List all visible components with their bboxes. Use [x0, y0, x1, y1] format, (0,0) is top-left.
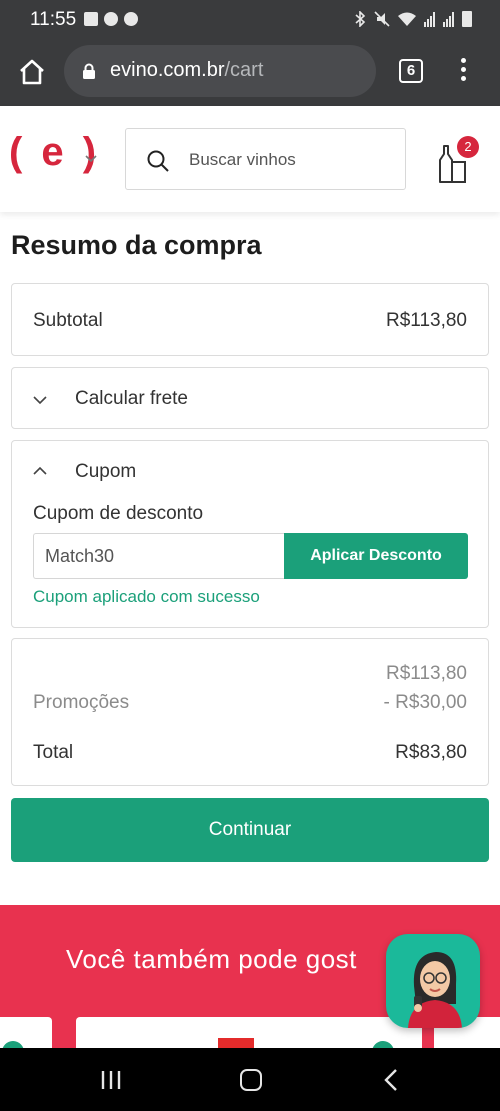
evino-logo[interactable]: ( e )	[9, 130, 100, 175]
totals-subtotal-value: R$113,80	[386, 663, 467, 684]
recents-icon[interactable]	[100, 1070, 122, 1090]
battery-icon	[462, 11, 472, 27]
badge-icon	[372, 1041, 394, 1048]
search-placeholder: Buscar vinhos	[189, 150, 296, 169]
apply-discount-button[interactable]: Aplicar Desconto	[284, 533, 468, 579]
subtotal-card: Subtotal R$113,80	[11, 283, 489, 356]
signal-icon-2	[443, 11, 455, 27]
bluetooth-icon	[355, 11, 366, 27]
status-time: 11:55	[30, 9, 77, 30]
coupon-field[interactable]	[34, 534, 284, 578]
coupon-input[interactable]	[33, 533, 284, 579]
chat-assistant-button[interactable]	[386, 934, 480, 1028]
home-icon[interactable]	[18, 58, 46, 86]
notification-icon	[104, 12, 118, 26]
shipping-label: Calcular frete	[75, 388, 188, 409]
coupon-success-message: Cupom aplicado com sucesso	[33, 587, 260, 606]
system-icons	[353, 11, 472, 27]
chevron-up-icon[interactable]	[33, 466, 47, 476]
total-label: Total	[33, 742, 74, 763]
continue-button[interactable]: Continuar	[11, 798, 489, 862]
tabs-button[interactable]: 6	[399, 59, 423, 83]
product-card[interactable]	[0, 1017, 52, 1048]
lock-icon	[83, 63, 95, 79]
address-bar[interactable]: evino.com.br/cart	[64, 45, 376, 97]
promotions-label: Promoções	[33, 692, 130, 713]
coupon-field-label: Cupom de desconto	[33, 503, 204, 524]
nav-home-icon[interactable]	[240, 1069, 262, 1091]
coupon-card: Cupom Cupom de desconto Aplicar Desconto…	[11, 440, 489, 628]
site-header: ( e ) Buscar vinhos 2	[0, 106, 500, 212]
total-value: R$83,80	[395, 742, 467, 763]
signal-icon	[424, 11, 436, 27]
totals-card: R$113,80 Promoções - R$30,00 Total R$83,…	[11, 638, 489, 786]
chat-assistant-icon	[408, 952, 462, 1028]
product-image	[218, 1038, 254, 1048]
browser-toolbar: evino.com.br/cart 6	[0, 40, 500, 106]
menu-icon[interactable]	[458, 58, 468, 84]
mute-icon	[374, 11, 390, 27]
gallery-icon	[84, 12, 98, 26]
discord-icon	[124, 12, 138, 26]
chevron-down-icon	[33, 396, 47, 405]
back-icon[interactable]	[383, 1068, 399, 1092]
page-title: Resumo da compra	[11, 230, 262, 260]
notification-icons	[84, 12, 138, 26]
recommendations-title: Você também pode gost	[66, 944, 357, 974]
system-navigation-bar	[0, 1048, 500, 1111]
coupon-section-label[interactable]: Cupom	[75, 461, 136, 483]
subtotal-value: R$113,80	[386, 310, 467, 331]
search-input[interactable]: Buscar vinhos	[125, 128, 406, 190]
url-text: evino.com.br/cart	[110, 59, 264, 81]
chevron-down-icon[interactable]	[84, 154, 98, 164]
shipping-toggle[interactable]: Calcular frete	[11, 367, 489, 429]
cart-count-badge: 2	[457, 136, 479, 158]
subtotal-label: Subtotal	[33, 310, 103, 331]
badge-icon	[2, 1041, 24, 1048]
wifi-icon	[398, 12, 416, 26]
promotions-value: - R$30,00	[383, 692, 467, 713]
status-bar: 11:55	[0, 0, 500, 40]
search-icon	[147, 150, 169, 172]
